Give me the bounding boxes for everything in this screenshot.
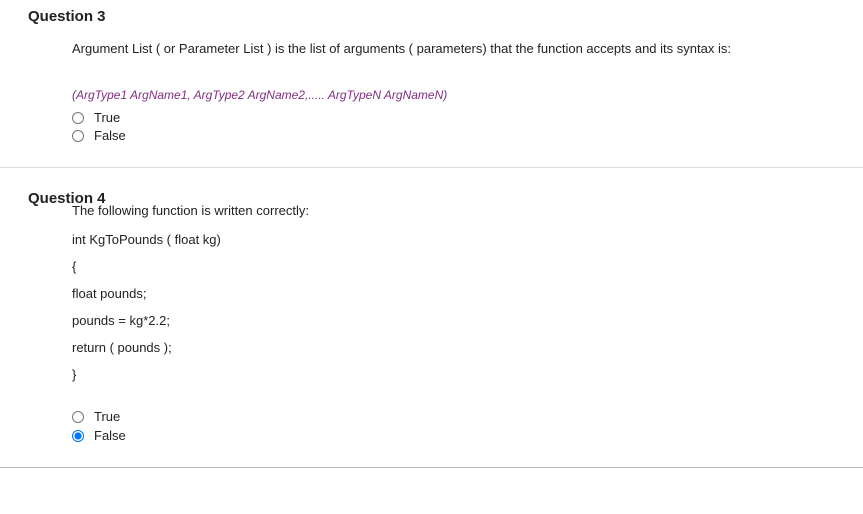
- question-3-syntax: (ArgType1 ArgName1, ArgType2 ArgName2,..…: [72, 86, 835, 105]
- q4-code-line-0: int KgToPounds ( float kg): [72, 232, 835, 247]
- q4-code-line-2: float pounds;: [72, 286, 835, 301]
- question-3-prompt: Argument List ( or Parameter List ) is t…: [72, 39, 835, 60]
- q4-option-true[interactable]: True: [72, 408, 835, 426]
- question-4: Question 4 The following function is wri…: [0, 182, 863, 460]
- question-3-body: Argument List ( or Parameter List ) is t…: [72, 39, 835, 145]
- q3-option-true-label: True: [94, 109, 120, 127]
- q3-radio-true[interactable]: [72, 112, 84, 124]
- question-3: Question 3 Argument List ( or Parameter …: [0, 0, 863, 161]
- q4-radio-true[interactable]: [72, 411, 84, 423]
- q4-code-line-5: }: [72, 367, 835, 382]
- q4-option-true-label: True: [94, 408, 120, 426]
- q3-option-false[interactable]: False: [72, 127, 835, 145]
- q4-code-line-1: {: [72, 259, 835, 274]
- q3-option-true[interactable]: True: [72, 109, 835, 127]
- divider: [0, 167, 863, 168]
- question-3-title: Question 3: [28, 8, 835, 25]
- q4-radio-false[interactable]: [72, 430, 84, 442]
- question-4-options: True False: [72, 408, 835, 444]
- q4-option-false[interactable]: False: [72, 427, 835, 445]
- question-3-options: True False: [72, 109, 835, 145]
- q3-radio-false[interactable]: [72, 130, 84, 142]
- q3-option-false-label: False: [94, 127, 126, 145]
- q4-option-false-label: False: [94, 427, 126, 445]
- page-bottom-border: [0, 467, 863, 468]
- q4-code-line-4: return ( pounds );: [72, 340, 835, 355]
- question-4-prompt: The following function is written correc…: [72, 203, 835, 218]
- q4-code-line-3: pounds = kg*2.2;: [72, 313, 835, 328]
- question-4-body: The following function is written correc…: [72, 203, 835, 444]
